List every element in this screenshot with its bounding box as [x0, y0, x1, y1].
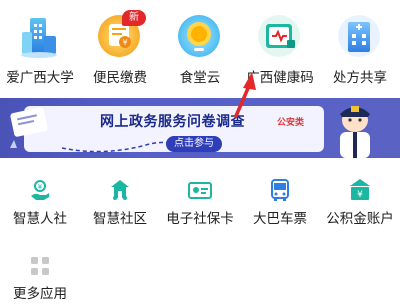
hand-coin-icon: ¥ — [31, 180, 49, 200]
service-smart-hr[interactable]: ¥ 智慧人社 — [0, 170, 80, 230]
dashed-curve-decoration — [61, 141, 177, 153]
app-label: 处方共享 — [333, 70, 387, 86]
canteen-cloud-icon — [178, 15, 220, 57]
service-smart-community[interactable]: 智慧社区 — [80, 170, 160, 230]
service-social-security-card[interactable]: 电子社保卡 — [160, 170, 240, 230]
service-label: 公积金账户 — [326, 211, 394, 227]
service-provident-fund-account[interactable]: ¥ 公积金账户 — [320, 170, 400, 230]
service-label: 电子社保卡 — [166, 211, 234, 227]
university-building-icon — [14, 10, 64, 60]
app-ai-guangxi-university[interactable]: 爱广西大学 — [0, 0, 80, 90]
app-label: 广西健康码 — [246, 70, 314, 86]
services-row: ¥ 智慧人社 智慧社区 电子社保卡 大巴车票 ¥ 公积金账户 — [0, 170, 400, 230]
service-bus-ticket[interactable]: 大巴车票 — [240, 170, 320, 230]
bus-icon — [271, 179, 289, 201]
health-code-icon — [258, 15, 300, 57]
clipboard-icon — [10, 107, 48, 148]
banner-title: 网上政务服务问卷调查 — [100, 114, 245, 130]
more-apps[interactable]: 更多应用 — [0, 248, 80, 305]
community-icon — [111, 180, 129, 200]
more-apps-label: 更多应用 — [13, 286, 67, 302]
app-convenience-payment[interactable]: ¥ 便民缴费 — [80, 0, 160, 90]
svg-text:¥: ¥ — [122, 38, 127, 47]
app-label: 食堂云 — [179, 70, 221, 86]
svg-text:¥: ¥ — [357, 190, 363, 200]
service-label: 智慧社区 — [93, 211, 147, 227]
app-guangxi-health-code[interactable]: 广西健康码 — [240, 0, 320, 90]
app-prescription-sharing[interactable]: 处方共享 — [320, 0, 400, 90]
app-label: 爱广西大学 — [6, 70, 74, 86]
id-card-icon — [188, 182, 212, 199]
new-badge: 新 — [122, 10, 146, 26]
app-canteen-cloud[interactable]: 食堂云 — [160, 0, 240, 90]
app-label: 便民缴费 — [93, 70, 147, 86]
service-label: 智慧人社 — [13, 211, 67, 227]
banner-tag: 公安类 — [277, 118, 305, 128]
app-home-screen: 爱广西大学 ¥ 便民缴费 新 食堂云 广西健康码 处方共享 网上政务服务问卷调查… — [0, 0, 400, 305]
grid-icon — [31, 257, 49, 275]
participate-button[interactable]: 点击参与 — [166, 136, 222, 152]
fund-account-icon: ¥ — [350, 179, 370, 200]
svg-text:¥: ¥ — [38, 183, 43, 191]
prescription-building-icon — [338, 15, 380, 57]
police-officer-icon — [340, 106, 370, 158]
service-label: 大巴车票 — [253, 211, 307, 227]
top-app-row: 爱广西大学 ¥ 便民缴费 新 食堂云 广西健康码 处方共享 — [0, 0, 400, 90]
